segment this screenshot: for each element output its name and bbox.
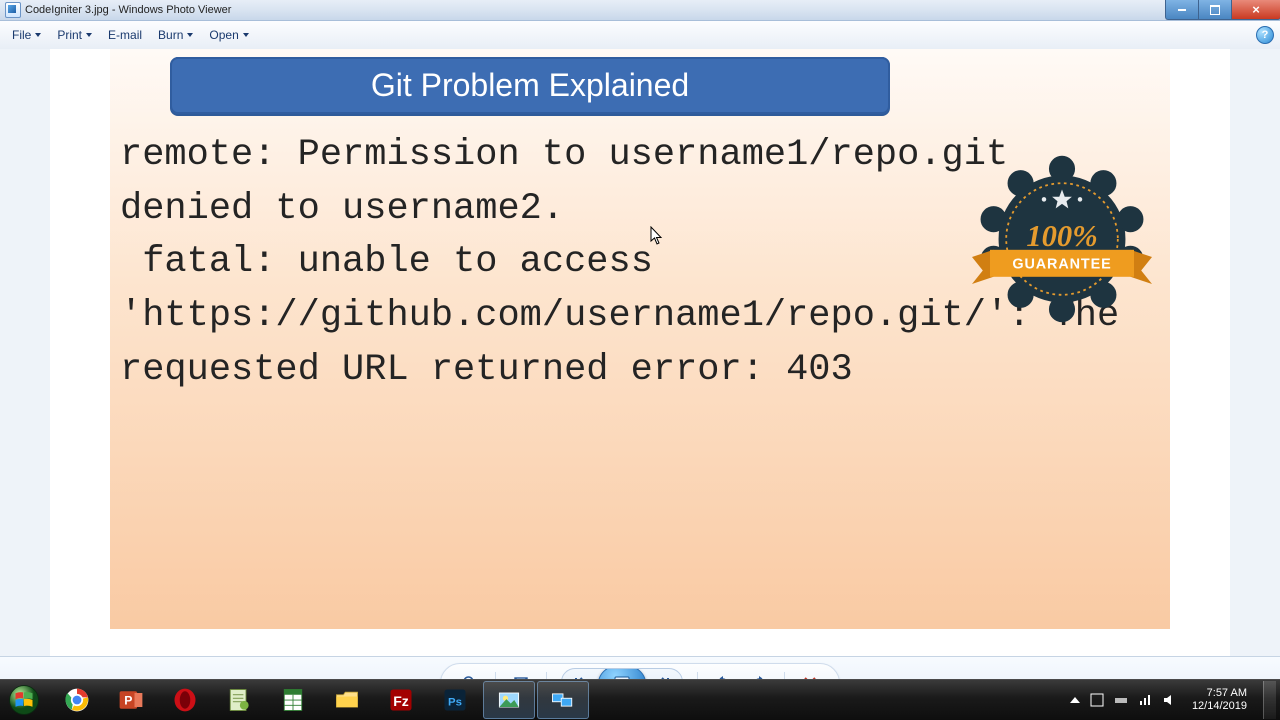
action-center-icon[interactable] [1090, 693, 1104, 707]
photoshop-icon: Ps [441, 686, 469, 714]
badge-word-text: GUARANTEE [1012, 257, 1111, 273]
chrome-icon [63, 686, 91, 714]
menu-file-label: File [12, 28, 31, 42]
taskbar-app-taskview[interactable] [537, 681, 589, 719]
help-icon[interactable]: ? [1256, 26, 1274, 44]
taskbar-app-powerpoint[interactable]: P [105, 681, 157, 719]
mouse-cursor-icon [650, 226, 664, 246]
network-icon[interactable] [1138, 693, 1152, 707]
menu-print-label: Print [57, 28, 82, 42]
system-tray[interactable]: 7:57 AM 12/14/2019 [1060, 681, 1280, 719]
chevron-down-icon [35, 33, 41, 37]
image-viewport[interactable]: Git Problem Explained remote: Permission… [0, 49, 1280, 657]
taskbar[interactable]: P Fz Ps 7:57 AM [0, 679, 1280, 720]
close-button[interactable]: × [1231, 0, 1280, 20]
windows-logo-icon [7, 683, 41, 717]
taskbar-app-photoshop[interactable]: Ps [429, 681, 481, 719]
photo-viewer-icon [495, 686, 523, 714]
badge-percent-text: 100% [1026, 219, 1097, 253]
taskbar-app-chrome[interactable] [51, 681, 103, 719]
titlebar[interactable]: CodeIgniter 3.jpg - Windows Photo Viewer… [0, 0, 1280, 21]
start-button[interactable] [4, 680, 44, 720]
menu-email-label: E-mail [108, 28, 142, 42]
tray-date: 12/14/2019 [1192, 700, 1247, 713]
spreadsheet-icon [279, 686, 307, 714]
tray-time: 7:57 AM [1192, 687, 1247, 700]
folder-icon [333, 686, 361, 714]
taskbar-app-opera[interactable] [159, 681, 211, 719]
taskbar-app-filezilla[interactable]: Fz [375, 681, 427, 719]
taskbar-app-photoviewer[interactable] [483, 681, 535, 719]
taskbar-apps: P Fz Ps [50, 680, 590, 720]
filezilla-icon: Fz [387, 686, 415, 714]
volume-icon[interactable] [1162, 693, 1176, 707]
taskbar-app-explorer[interactable] [321, 681, 373, 719]
displayed-image: Git Problem Explained remote: Permission… [110, 49, 1170, 629]
menu-email[interactable]: E-mail [102, 25, 148, 45]
menu-open[interactable]: Open [203, 25, 254, 45]
maximize-button[interactable] [1198, 0, 1231, 20]
window-switcher-icon [549, 686, 577, 714]
slide-title: Git Problem Explained [170, 57, 890, 114]
tray-overflow-icon[interactable] [1070, 697, 1080, 703]
powerpoint-icon: P [117, 686, 145, 714]
menubar: File Print E-mail Burn Open ? [0, 21, 1280, 50]
menu-burn[interactable]: Burn [152, 25, 199, 45]
menu-file[interactable]: File [6, 25, 47, 45]
notepadpp-icon [225, 686, 253, 714]
window-title: CodeIgniter 3.jpg - Windows Photo Viewer [25, 4, 231, 16]
minimize-button[interactable] [1165, 0, 1198, 20]
guarantee-badge: 100% GUARANTEE [972, 149, 1152, 329]
taskbar-app-libreoffice[interactable] [267, 681, 319, 719]
menu-burn-label: Burn [158, 28, 183, 42]
chevron-down-icon [86, 33, 92, 37]
opera-icon [171, 686, 199, 714]
chevron-down-icon [187, 33, 193, 37]
menu-open-label: Open [209, 28, 238, 42]
tray-clock[interactable]: 7:57 AM 12/14/2019 [1186, 687, 1253, 713]
photo-viewer-window: CodeIgniter 3.jpg - Windows Photo Viewer… [0, 0, 1280, 709]
svg-text:P: P [124, 693, 132, 707]
show-desktop-button[interactable] [1263, 681, 1276, 719]
svg-text:Ps: Ps [448, 696, 462, 708]
taskbar-app-notepadpp[interactable] [213, 681, 265, 719]
chevron-down-icon [243, 33, 249, 37]
svg-text:Fz: Fz [393, 693, 409, 709]
app-icon [5, 2, 21, 18]
menu-print[interactable]: Print [51, 25, 98, 45]
drive-icon[interactable] [1114, 693, 1128, 707]
